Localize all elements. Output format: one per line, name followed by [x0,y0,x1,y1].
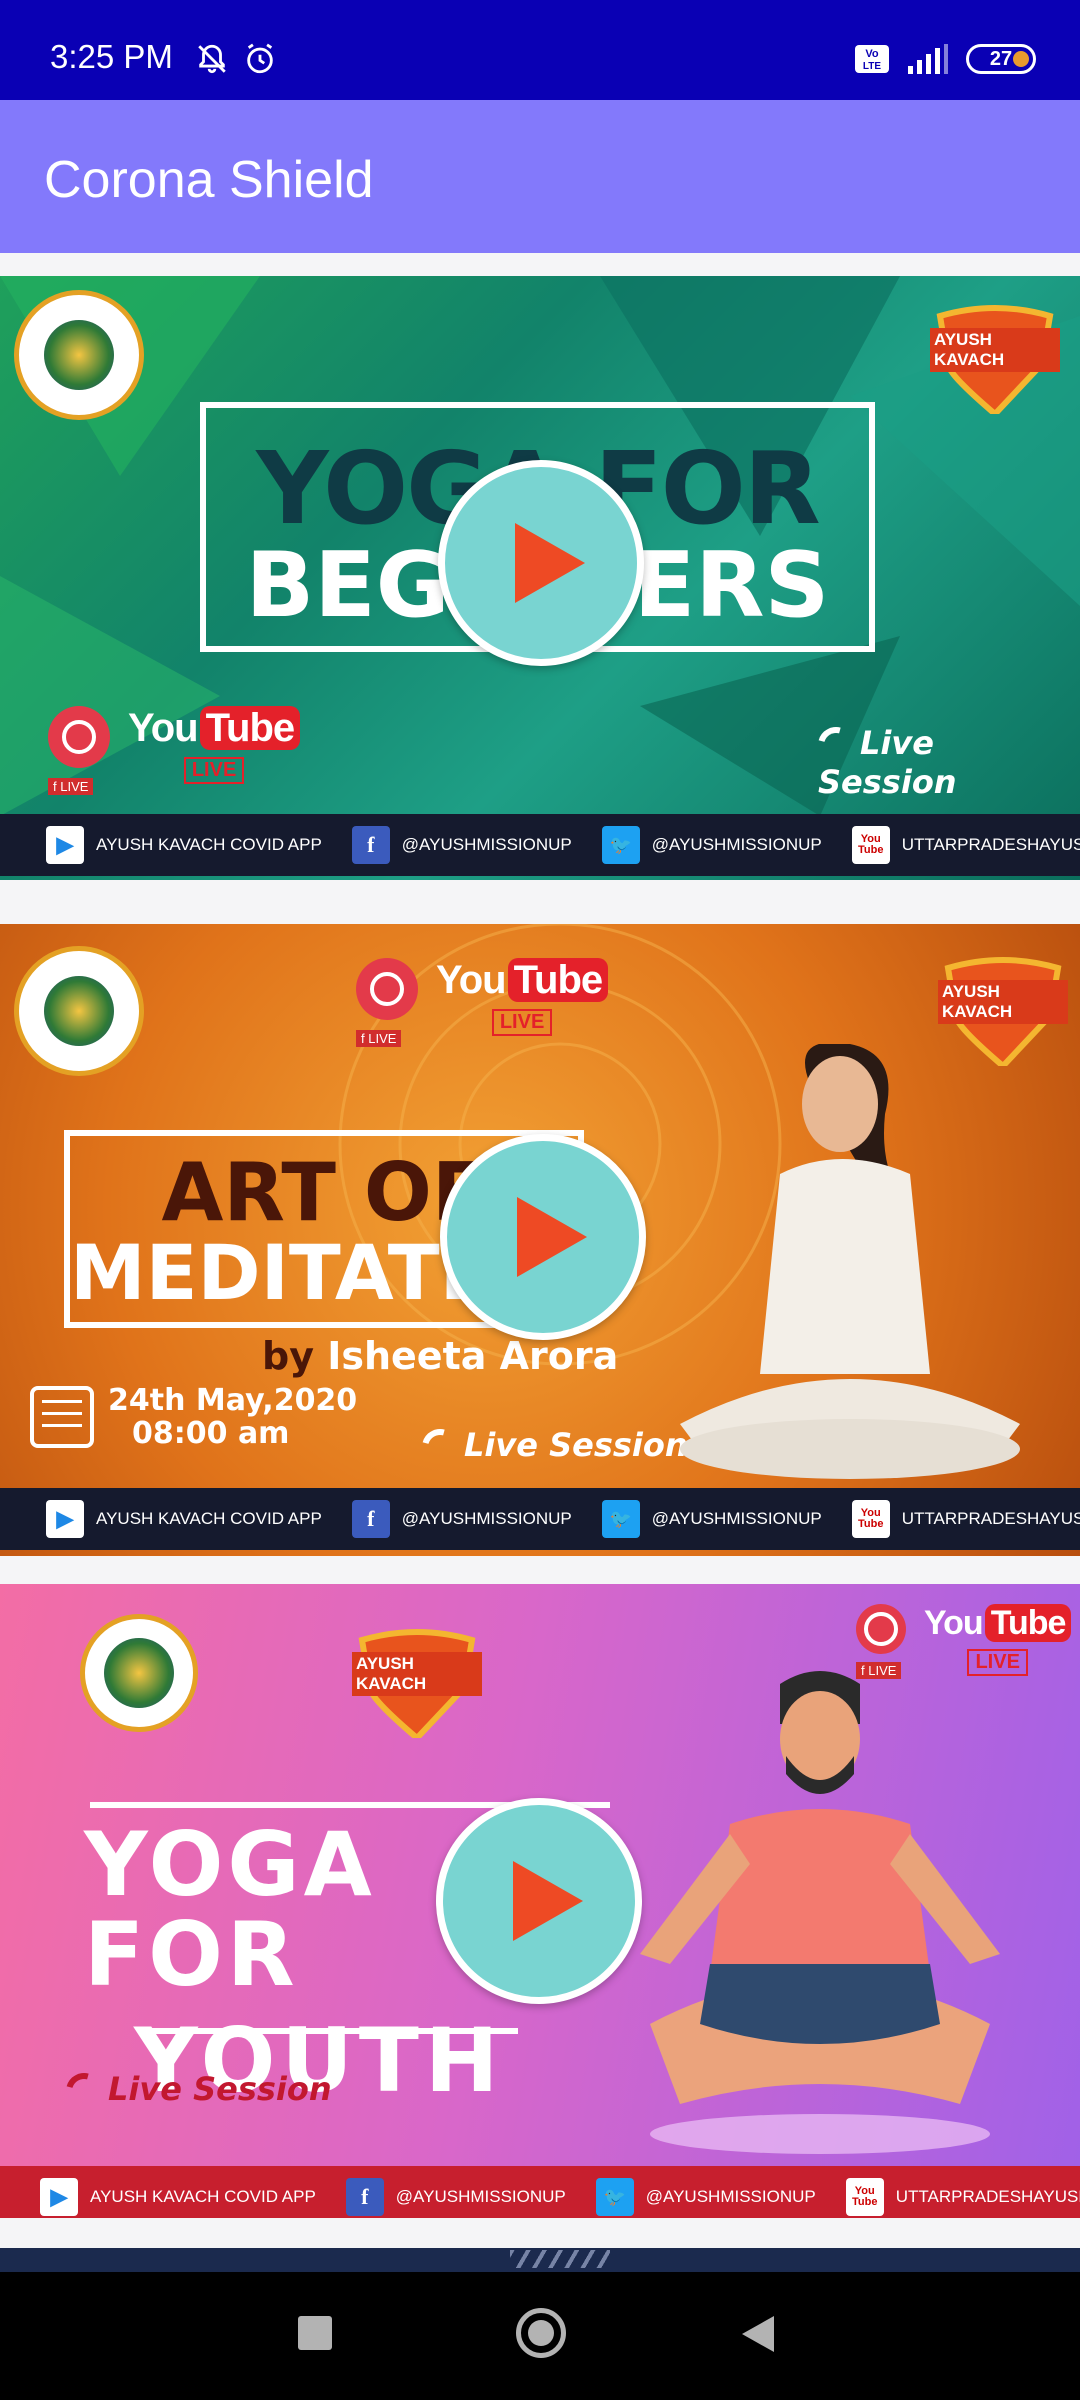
youtube-live-badge: f LIVE You Tube LIVE [48,706,301,795]
shield-label: AYUSH KAVACH [938,980,1068,1024]
youtube-live-text: LIVE [491,1009,553,1036]
youtube-tube-text: Tube [507,958,609,1002]
alarm-icon [247,43,273,74]
facebook-icon: f [351,1500,390,1538]
byline-prefix: by [262,1334,314,1378]
live-session-text: Live Session [464,1426,688,1464]
youtube-tube-text: Tube [984,1604,1072,1642]
strip-youtube-text: UTTARPRADESHAYUSHSOCIETY [901,835,1080,854]
live-broadcast-icon [48,706,110,768]
strip-facebook-text: @AYUSHMISSIONUP [395,2187,566,2206]
video-card-partial[interactable] [0,2248,1080,2272]
svg-text:LTE: LTE [863,61,881,72]
youtube-live-badge: f LIVE You Tube LIVE [356,958,609,1047]
play-icon [513,1861,583,1941]
strip-youtube-text: UTTARPRADESHAYUSHSOCIETY [895,2187,1080,2206]
calendar-icon [30,1386,94,1448]
bell-off-icon [198,44,226,74]
app-bar: Corona Shield [0,100,1080,253]
youtube-live-text: LIVE [183,757,245,784]
home-button[interactable] [516,2308,566,2358]
svg-text:Vo: Vo [865,48,879,60]
ayush-up-emblem [14,290,144,420]
presenter-name: Isheeta Arora [327,1334,619,1378]
ayush-up-emblem [80,1614,198,1732]
video-card-yoga-beginners[interactable]: AYUSH KAVACH YOGA FOR BEGINNERS f LIVE Y… [0,276,1080,880]
app-title: Corona Shield [44,151,374,209]
play-button[interactable] [440,1134,646,1340]
ayush-up-emblem [14,946,144,1076]
status-bar: 3:25 PM Vo LTE 27 [0,0,1080,100]
session-datetime: 24th May,2020 08:00 am [30,1384,357,1450]
play-store-icon: ▶ [40,2178,78,2216]
battery-icon: 27 [966,44,1036,74]
play-store-icon: ▶ [46,1500,84,1538]
shield-label: AYUSH KAVACH [352,1652,482,1696]
meditating-woman-illustration [680,1044,1020,1479]
strip-app-text: AYUSH KAVACH COVID APP [96,1509,322,1528]
youtube-tube-text: Tube [199,706,301,750]
ayush-kavach-shield: AYUSH KAVACH [352,1628,482,1738]
strip-app-text: AYUSH KAVACH COVID APP [96,835,322,854]
live-session-label: Live Session [415,1422,688,1472]
social-strip: ▶ AYUSH KAVACH COVID APP f @AYUSHMISSIONUP… [0,2166,1080,2218]
social-strip: ▶ AYUSH KAVACH COVID APP f @AYUSHMISSIONUP… [0,1488,1080,1550]
youtube-you-text: You [128,706,199,750]
youtube-logo: You Tube LIVE [436,958,609,1036]
broadcast-icon [59,2066,109,2116]
session-date: 24th May,2020 [108,1383,358,1418]
meditating-man-illustration [640,1671,1000,2154]
live-broadcast-icon [856,1604,906,1654]
play-button[interactable] [436,1798,642,2004]
strip-facebook-text: @AYUSHMISSIONUP [401,835,572,854]
twitter-icon: 🐦 [595,2178,634,2216]
youtube-icon: You Tube [851,1500,890,1538]
back-button[interactable] [742,2316,774,2352]
shield-label: AYUSH KAVACH [930,328,1060,372]
youtube-logo: You Tube LIVE [128,706,301,784]
strip-youtube-text: UTTARPRADESHAYUSHSOCIETY [901,1509,1080,1528]
facebook-live-label: f LIVE [48,778,94,795]
play-icon [517,1197,587,1277]
ayush-kavach-shield: AYUSH KAVACH [930,304,1060,414]
youtube-icon: You Tube [845,2178,884,2216]
facebook-icon: f [345,2178,384,2216]
strip-twitter-text: @AYUSHMISSIONUP [651,1509,822,1528]
broadcast-icon [415,1422,465,1472]
signal-icon [908,44,948,74]
title-rule-bottom [138,2028,518,2034]
session-time: 08:00 am [132,1416,290,1451]
recents-button[interactable] [298,2316,332,2350]
status-time: 3:25 PM [50,38,173,75]
live-broadcast-icon [356,958,418,1020]
twitter-icon: 🐦 [601,826,640,864]
live-session-label: Live Session [811,720,1080,801]
live-session-text: Live Session [108,2070,332,2108]
video-card-art-of-meditation[interactable]: AYUSH KAVACH f LIVE You Tube LIVE ART OF … [0,924,1080,1556]
strip-twitter-text: @AYUSHMISSIONUP [645,2187,816,2206]
play-button[interactable] [438,460,644,666]
navigation-bar [0,2272,1080,2400]
facebook-live-label: f LIVE [356,1030,402,1047]
youtube-you-text: You [436,958,507,1002]
strip-facebook-text: @AYUSHMISSIONUP [401,1509,572,1528]
social-strip: ▶ AYUSH KAVACH COVID APP f @AYUSHMISSIONUP… [0,814,1080,876]
twitter-icon: 🐦 [601,1500,640,1538]
youtube-icon: You Tube [851,826,890,864]
volte-icon: VoLTE [855,45,889,73]
youtube-you-text: You [924,1604,984,1642]
live-session-label: Live Session [59,2066,332,2116]
strip-app-text: AYUSH KAVACH COVID APP [90,2187,316,2206]
presenter-byline: by Isheeta Arora [262,1334,618,1378]
play-icon [515,523,585,603]
facebook-icon: f [351,826,390,864]
strip-twitter-text: @AYUSHMISSIONUP [651,835,822,854]
play-store-icon: ▶ [46,826,84,864]
battery-level: 27 [989,47,1013,70]
video-card-yoga-youth[interactable]: AYUSH KAVACH f LIVE You Tube LIVE YOGA FO… [0,1584,1080,2218]
